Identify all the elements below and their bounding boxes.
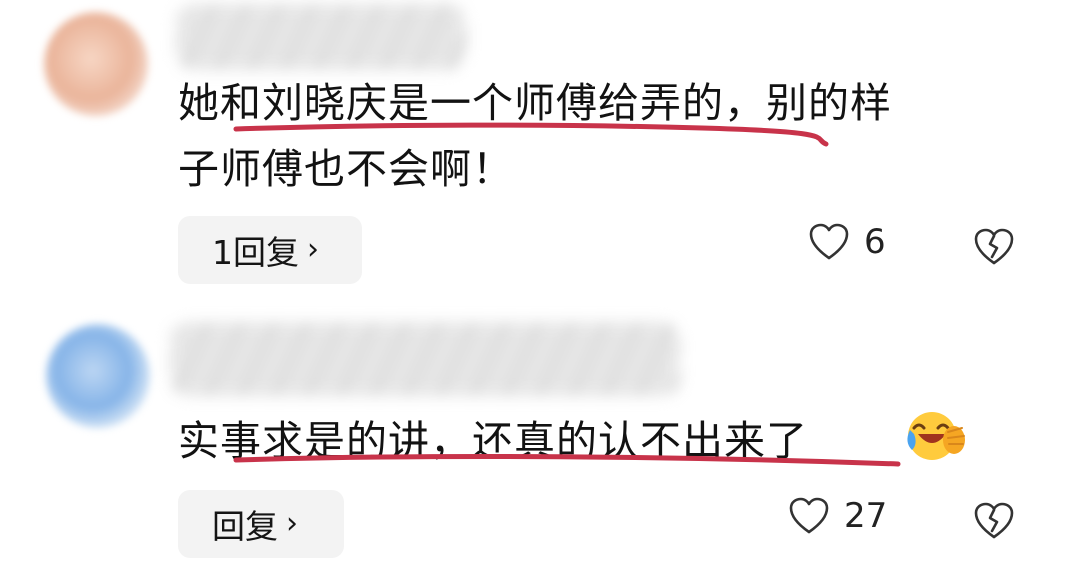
avatar[interactable]	[46, 324, 150, 428]
reply-button[interactable]: 1回复 ›	[178, 216, 362, 284]
heart-outline-icon	[789, 497, 829, 534]
chevron-right-icon: ›	[307, 231, 319, 267]
like-count: 27	[844, 496, 888, 536]
like-button[interactable]: 27	[788, 496, 887, 536]
username-blurred[interactable]	[170, 322, 680, 396]
like-button[interactable]: 6	[808, 222, 886, 262]
comment-item: 实事求是的讲，还真的认不出来了 回复 › 27	[0, 300, 1080, 588]
comment-item: 她和刘晓庆是一个师傅给弄的，别的样 子师傅也不会啊！ 1回复 › 6	[0, 0, 1080, 300]
chevron-right-icon: ›	[286, 505, 298, 541]
reply-button[interactable]: 回复 ›	[178, 490, 344, 558]
red-underline-annotation	[233, 122, 829, 147]
like-count: 6	[864, 222, 886, 262]
avatar[interactable]	[44, 12, 148, 116]
broken-heart-icon[interactable]	[972, 226, 1016, 268]
red-underline-annotation	[233, 454, 901, 467]
reply-label: 回复	[212, 507, 278, 546]
username-blurred[interactable]	[176, 4, 466, 70]
heart-outline-icon	[809, 223, 849, 260]
reply-label: 1回复	[212, 233, 299, 272]
broken-heart-icon[interactable]	[972, 500, 1016, 542]
